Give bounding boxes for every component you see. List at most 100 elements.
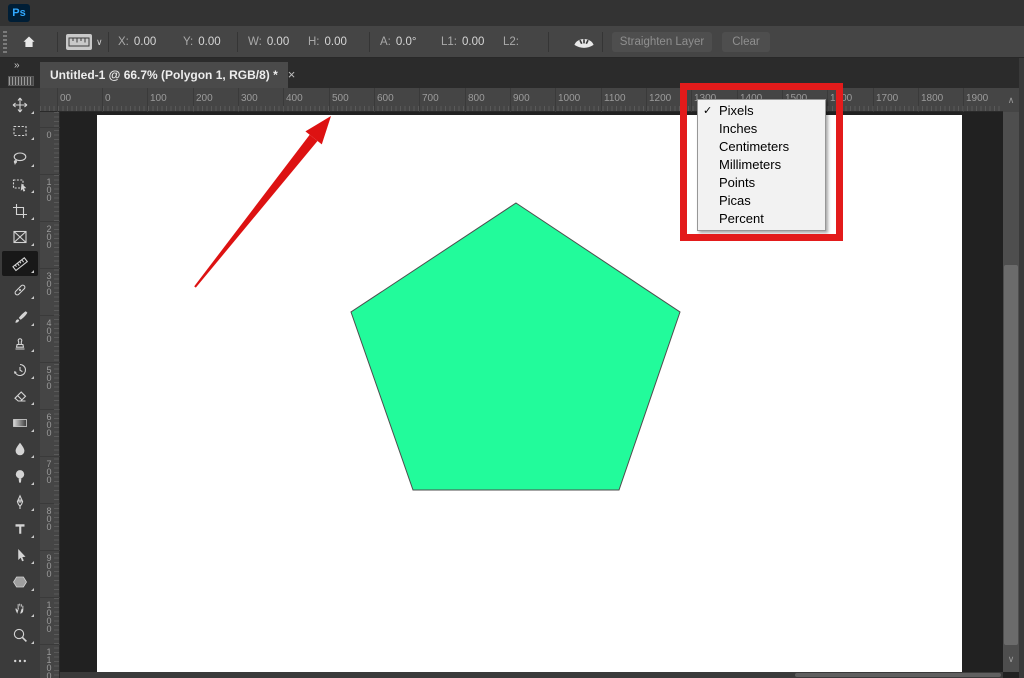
- history-brush-tool[interactable]: [2, 357, 38, 382]
- edit-toolbar-icon[interactable]: [2, 648, 38, 673]
- path-selection-tool[interactable]: [2, 542, 38, 567]
- tick-line: [40, 644, 60, 645]
- crop-tool[interactable]: [2, 198, 38, 223]
- rectangular-marquee-tool[interactable]: [2, 118, 38, 143]
- unit-menu-item[interactable]: ✓ Pixels: [698, 102, 825, 120]
- y-label: Y:: [183, 36, 193, 48]
- pentagon-shape[interactable]: [97, 115, 962, 672]
- gradient-tool[interactable]: [2, 410, 38, 435]
- unit-menu-item-label: Points: [719, 175, 755, 190]
- tick-line: [465, 88, 466, 112]
- type-tool[interactable]: [2, 516, 38, 541]
- collapse-panels-icon[interactable]: »: [14, 60, 21, 71]
- unit-menu-item-label: Picas: [719, 193, 751, 208]
- photoshop-logo-icon[interactable]: Ps: [8, 4, 30, 22]
- x-readout: X:0.00: [118, 26, 156, 58]
- tick-label: 100: [150, 93, 167, 104]
- horizontal-scrollbar-thumb[interactable]: [795, 673, 1001, 677]
- tick-label: 1900: [966, 93, 988, 104]
- tick-label: 200: [196, 93, 213, 104]
- tick-line: [40, 268, 60, 269]
- tick-line: [40, 127, 60, 128]
- unit-menu-item-label: Centimeters: [719, 139, 789, 154]
- move-tool[interactable]: [2, 92, 38, 117]
- tick-line: [510, 88, 511, 112]
- document-tab[interactable]: Untitled-1 @ 66.7% (Polygon 1, RGB/8) * …: [40, 62, 288, 88]
- unit-menu-item[interactable]: Picas: [698, 192, 825, 210]
- vertical-ruler[interactable]: 0 100 200 300 400 500 600 700: [40, 112, 60, 678]
- tick-label: 400: [286, 93, 303, 104]
- x-value: 0.00: [134, 36, 156, 48]
- document-canvas[interactable]: [97, 115, 962, 672]
- grip-handle-icon[interactable]: [3, 31, 7, 53]
- object-selection-tool[interactable]: [2, 171, 38, 196]
- unit-menu-item-label: Percent: [719, 211, 764, 226]
- unit-menu-item[interactable]: Centimeters: [698, 138, 825, 156]
- scroll-down-icon[interactable]: ∨: [1003, 648, 1019, 672]
- eraser-tool[interactable]: [2, 383, 38, 408]
- angle-value: 0.0°: [396, 36, 417, 48]
- l1-label: L1:: [441, 36, 457, 48]
- tick-label: 1200: [649, 93, 671, 104]
- horizontal-ruler[interactable]: 00 0 100 200 300 400 500 600: [40, 88, 1003, 112]
- pen-tool[interactable]: [2, 489, 38, 514]
- hand-tool[interactable]: [2, 595, 38, 620]
- menu-bar: Ps: [0, 0, 1024, 26]
- scroll-up-icon[interactable]: ∧: [1003, 88, 1019, 112]
- unit-menu-item[interactable]: Points: [698, 174, 825, 192]
- measurement-scale-icon[interactable]: [572, 32, 596, 55]
- tick-line: [40, 409, 60, 410]
- h-label: H:: [308, 36, 320, 48]
- frame-tool[interactable]: [2, 224, 38, 249]
- close-tab-icon[interactable]: ×: [288, 62, 296, 88]
- h-readout: H:0.00: [308, 26, 347, 58]
- tick-line: [238, 88, 239, 112]
- vertical-scrollbar-thumb[interactable]: [1004, 265, 1018, 645]
- clone-stamp-tool[interactable]: [2, 330, 38, 355]
- tick-label: 1700: [876, 93, 898, 104]
- zoom-tool[interactable]: [2, 622, 38, 647]
- workspace: [60, 112, 1003, 672]
- angle-readout: A: 0.0°: [380, 26, 416, 58]
- tick-label: 1100: [604, 93, 626, 104]
- tick-line: [40, 315, 60, 316]
- divider: [237, 32, 238, 52]
- tick-label: 300: [44, 271, 54, 295]
- unit-menu-item[interactable]: Percent: [698, 210, 825, 228]
- divider: [602, 32, 603, 52]
- tick-label: 900: [44, 553, 54, 577]
- chevron-down-icon[interactable]: ∨: [96, 34, 103, 50]
- w-readout: W:0.00: [248, 26, 289, 58]
- tick-label: 900: [513, 93, 530, 104]
- horizontal-scrollbar[interactable]: [60, 672, 1003, 678]
- tick-line: [102, 88, 103, 112]
- vertical-scrollbar[interactable]: [1003, 112, 1019, 672]
- spot-healing-brush-tool[interactable]: [2, 277, 38, 302]
- unit-menu-item[interactable]: Millimeters: [698, 156, 825, 174]
- brush-tool[interactable]: [2, 304, 38, 329]
- straighten-layer-button[interactable]: Straighten Layer: [612, 32, 712, 52]
- tick-label: 1600: [830, 93, 852, 104]
- tick-label: 500: [44, 365, 54, 389]
- dodge-tool[interactable]: [2, 463, 38, 488]
- blur-tool[interactable]: [2, 436, 38, 461]
- angle-label: A:: [380, 36, 391, 48]
- tick-line: [40, 456, 60, 457]
- divider: [548, 32, 549, 52]
- shape-tool[interactable]: [2, 569, 38, 594]
- y-readout: Y: 0.00: [183, 26, 221, 58]
- l1-value: 0.00: [462, 36, 484, 48]
- ruler-tool[interactable]: [2, 251, 38, 276]
- lasso-tool[interactable]: [2, 145, 38, 170]
- unit-menu-item[interactable]: Inches: [698, 120, 825, 138]
- tick-line: [40, 221, 60, 222]
- tick-line: [601, 88, 602, 112]
- tick-label: 700: [44, 459, 54, 483]
- photoshop-window: Ps ∨ X:0.00 Y: 0.00 W:0.00: [0, 0, 1024, 678]
- y-value: 0.00: [198, 36, 220, 48]
- ruler-tool-preset[interactable]: [66, 34, 92, 50]
- home-button[interactable]: [16, 31, 42, 53]
- tick-line: [40, 503, 60, 504]
- clear-button[interactable]: Clear: [722, 32, 770, 52]
- ruler-icon: [68, 36, 90, 48]
